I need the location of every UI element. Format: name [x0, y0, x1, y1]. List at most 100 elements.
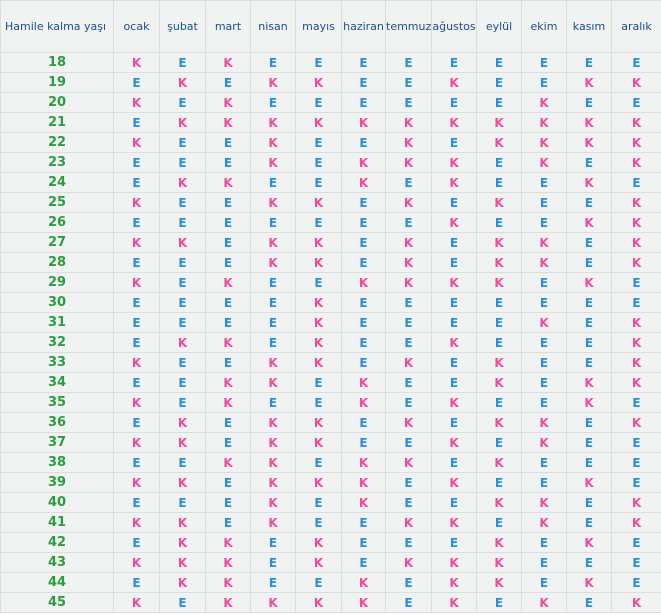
gender-cell: K [385, 452, 432, 473]
gender-cell: K [159, 472, 206, 493]
gender-cell: E [385, 292, 432, 313]
gender-cell: E [385, 592, 432, 613]
gender-cell: E [476, 152, 522, 173]
gender-cell: K [205, 112, 251, 133]
gender-cell: E [611, 272, 661, 293]
gender-cell: E [476, 72, 522, 93]
gender-cell: E [113, 292, 160, 313]
gender-cell: E [159, 92, 206, 113]
gender-cell: E [521, 472, 567, 493]
gender-cell: E [431, 292, 477, 313]
table-row: 30 E E E E K E E E E E E E [0, 292, 661, 313]
month-header-1: şubat [159, 0, 206, 53]
gender-cell: E [521, 392, 567, 413]
gender-cell: E [476, 172, 522, 193]
gender-cell: E [385, 472, 432, 493]
gender-cell: E [295, 92, 342, 113]
gender-cell: K [611, 132, 661, 153]
gender-cell: K [113, 352, 160, 373]
gender-cell: K [250, 232, 296, 253]
gender-cell: K [431, 432, 477, 453]
gender-cell: E [295, 212, 342, 233]
table-row: 36 E K E K K E K E K K E K [0, 412, 661, 433]
gender-cell: K [521, 152, 567, 173]
table-row: 34 E E K K E K E E K E K K [0, 372, 661, 393]
gender-cell: K [385, 112, 432, 133]
gender-cell: K [295, 592, 342, 613]
gender-cell: E [205, 132, 251, 153]
gender-cell: E [521, 532, 567, 553]
gender-cell: E [476, 52, 522, 73]
gender-cell: K [250, 372, 296, 393]
age-column-header: Hamile kalma yaşı [0, 0, 114, 53]
gender-cell: K [295, 432, 342, 453]
gender-cell: E [205, 192, 251, 213]
gender-cell: E [385, 572, 432, 593]
table-row: 18 K E K E E E E E E E E E [0, 52, 661, 73]
gender-cell: E [521, 212, 567, 233]
gender-cell: K [385, 152, 432, 173]
age-cell: 24 [0, 172, 114, 193]
gender-cell: E [113, 452, 160, 473]
gender-cell: K [159, 432, 206, 453]
gender-cell: E [566, 292, 612, 313]
gender-cell: K [295, 192, 342, 213]
gender-cell: E [159, 52, 206, 73]
gender-cell: E [566, 192, 612, 213]
age-cell: 38 [0, 452, 114, 473]
gender-cell: E [113, 152, 160, 173]
gender-cell: K [341, 372, 386, 393]
gender-cell: E [295, 512, 342, 533]
gender-cell: E [205, 492, 251, 513]
table-row: 44 E K K E E K E K K E K E [0, 572, 661, 593]
gender-cell: E [476, 512, 522, 533]
gender-cell: E [521, 292, 567, 313]
gender-cell: K [385, 192, 432, 213]
gender-cell: E [341, 132, 386, 153]
gender-cell: E [295, 152, 342, 173]
gender-cell: E [205, 432, 251, 453]
gender-cell: K [250, 412, 296, 433]
gender-cell: E [205, 312, 251, 333]
gender-cell: K [521, 252, 567, 273]
gender-cell: E [205, 212, 251, 233]
gender-cell: E [250, 532, 296, 553]
gender-cell: K [476, 372, 522, 393]
gender-cell: E [159, 272, 206, 293]
gender-cell: K [611, 412, 661, 433]
gender-cell: E [611, 92, 661, 113]
gender-cell: K [250, 492, 296, 513]
gender-cell: K [341, 452, 386, 473]
gender-cell: E [250, 212, 296, 233]
gender-cell: K [521, 492, 567, 513]
gender-cell: E [611, 432, 661, 453]
gender-cell: K [159, 112, 206, 133]
table-row: 41 K K E K E E K K E K E K [0, 512, 661, 533]
gender-cell: E [431, 372, 477, 393]
gender-cell: E [113, 492, 160, 513]
gender-cell: E [431, 132, 477, 153]
gender-cell: K [205, 332, 251, 353]
gender-cell: E [295, 392, 342, 413]
month-header-0: ocak [113, 0, 160, 53]
table-row: 20 K E K E E E E E E K E E [0, 92, 661, 113]
age-cell: 45 [0, 592, 114, 613]
gender-cell: K [521, 232, 567, 253]
gender-cell: E [566, 412, 612, 433]
gender-cell: E [341, 532, 386, 553]
gender-cell: K [476, 572, 522, 593]
month-header-2: mart [205, 0, 251, 53]
gender-cell: E [611, 52, 661, 73]
table-row: 33 K E E K K E K E K E E K [0, 352, 661, 373]
gender-cell: E [341, 312, 386, 333]
gender-cell: E [521, 452, 567, 473]
gender-cell: K [566, 532, 612, 553]
gender-cell: K [385, 272, 432, 293]
gender-cell: K [159, 512, 206, 533]
gender-cell: K [385, 412, 432, 433]
gender-cell: K [431, 512, 477, 533]
gender-cell: E [385, 432, 432, 453]
gender-cell: E [295, 572, 342, 593]
gender-cell: E [341, 72, 386, 93]
gender-cell: K [205, 552, 251, 573]
